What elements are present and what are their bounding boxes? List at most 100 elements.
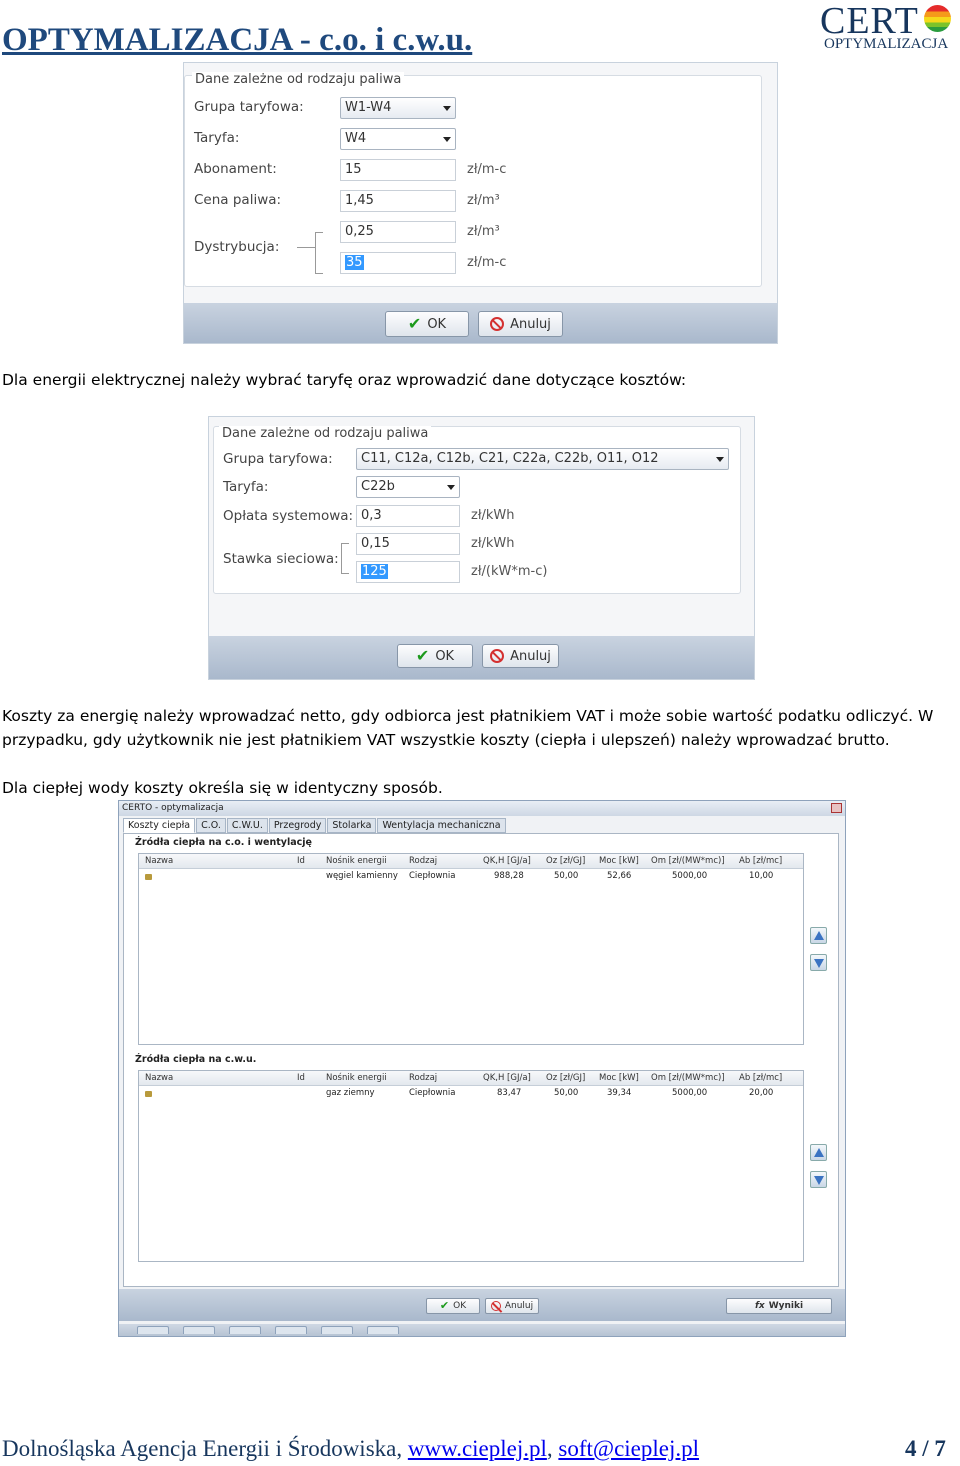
tariff-select[interactable]: W4	[340, 128, 456, 150]
subscription-label: Abonament:	[194, 161, 277, 177]
network-rate-fixed-unit: zł/(kW*m-c)	[471, 564, 548, 579]
tab-partitions[interactable]: Przegrody	[268, 818, 327, 833]
distribution-fixed-unit: zł/m-c	[467, 255, 507, 270]
network-rate-variable-input[interactable]: 0,15	[356, 533, 460, 555]
checkmark-icon: ✔	[439, 1299, 450, 1312]
cancel-icon	[490, 1301, 501, 1311]
ok-button[interactable]: ✔ OK	[385, 311, 469, 337]
col-type: Rodzaj	[409, 856, 438, 866]
checkmark-icon: ✔	[415, 646, 430, 665]
tab-bar: Koszty ciepła C.O. C.W.U. Przegrody Stol…	[123, 818, 506, 833]
cell-type: Ciepłownia	[409, 871, 456, 881]
cancel-button[interactable]: Anuluj	[482, 644, 559, 668]
section-heating-sources-title: Źródła ciepła na c.o. i wentylację	[135, 837, 312, 848]
certo-logo: CERT OPTYMALIZACJA	[818, 2, 956, 52]
subscription-input[interactable]: 15	[340, 159, 456, 181]
cancel-button[interactable]: Anuluj	[478, 311, 563, 337]
cancel-icon	[490, 317, 505, 331]
network-rate-bracket	[341, 543, 349, 574]
taskbar-item[interactable]	[183, 1326, 215, 1334]
move-up-button[interactable]	[810, 1144, 827, 1161]
col-id: Id	[297, 856, 305, 866]
cell-qkh: 988,28	[494, 871, 524, 881]
cancel-button[interactable]: Anuluj	[485, 1298, 539, 1314]
tab-co[interactable]: C.O.	[196, 818, 226, 833]
cell-type: Ciepłownia	[409, 1088, 456, 1098]
tariff-label: Taryfa:	[194, 130, 240, 146]
cell-ab: 10,00	[749, 871, 774, 881]
distribution-variable-unit: zł/m³	[467, 224, 500, 239]
fuel-price-input[interactable]: 1,45	[340, 190, 456, 212]
cell-carrier: gaz ziemny	[326, 1088, 375, 1098]
results-button[interactable]: fx Wyniki	[726, 1298, 832, 1314]
table-row[interactable]: węgiel kamienny Ciepłownia 988,28 50,00 …	[139, 869, 803, 885]
section-hot-water-sources-title: Źródła ciepła na c.w.u.	[135, 1054, 257, 1065]
subscription-unit: zł/m-c	[467, 162, 507, 177]
cell-qkh: 83,47	[497, 1088, 522, 1098]
arrow-down-icon	[814, 1176, 824, 1185]
taskbar-item[interactable]	[137, 1326, 169, 1334]
table-row[interactable]: gaz ziemny Ciepłownia 83,47 50,00 39,34 …	[139, 1086, 803, 1102]
tab-heat-costs[interactable]: Koszty ciepła	[123, 818, 196, 833]
taskbar-item[interactable]	[321, 1326, 353, 1334]
cell-carrier: węgiel kamienny	[326, 871, 398, 881]
distribution-variable-input[interactable]: 0,25	[340, 221, 456, 243]
page-number: 4 / 7	[905, 1436, 946, 1461]
taskbar	[119, 1324, 845, 1336]
close-icon[interactable]	[831, 803, 842, 813]
window-title-bar: CERTO - optymalizacja	[119, 801, 845, 816]
tariff-group-label: Grupa taryfowa:	[223, 451, 333, 467]
ok-button[interactable]: ✔ OK	[426, 1298, 480, 1314]
col-ab: Ab [zł/mc]	[739, 1073, 783, 1083]
move-up-button[interactable]	[810, 927, 827, 944]
tariff-group-label: Grupa taryfowa:	[194, 99, 304, 115]
tab-cwu[interactable]: C.W.U.	[226, 818, 268, 833]
move-down-button[interactable]	[810, 1171, 827, 1188]
cell-om: 5000,00	[672, 1088, 708, 1098]
tariff-select[interactable]: C22b	[356, 476, 460, 498]
col-type: Rodzaj	[409, 1073, 438, 1083]
tab-mechanical-ventilation[interactable]: Wentylacja mechaniczna	[377, 818, 506, 833]
hot-water-note: Dla ciepłej wody koszty określa się w id…	[2, 779, 443, 797]
tariff-group-select[interactable]: W1-W4	[340, 97, 456, 119]
source-icon	[145, 1091, 152, 1097]
col-ab: Ab [zł/mc]	[739, 856, 783, 866]
electricity-instruction: Dla energii elektrycznej należy wybrać t…	[2, 371, 687, 389]
system-fee-unit: zł/kWh	[471, 508, 515, 523]
col-carrier: Nośnik energii	[326, 856, 387, 866]
tariff-label: Taryfa:	[223, 479, 269, 495]
ok-button[interactable]: ✔ OK	[397, 644, 473, 668]
network-rate-fixed-input[interactable]: 125	[356, 561, 460, 583]
bracket-tick	[297, 247, 315, 248]
distribution-label: Dystrybucja:	[194, 239, 280, 255]
energy-ball-icon	[924, 5, 951, 32]
email-link[interactable]: soft@cieplej.pl	[558, 1436, 699, 1461]
window-title: CERTO - optymalizacja	[122, 803, 224, 813]
taskbar-item[interactable]	[367, 1326, 399, 1334]
distribution-fixed-input[interactable]: 35	[340, 252, 456, 274]
vat-note-line-1: Koszty za energię należy wprowadzać nett…	[2, 707, 934, 725]
col-oz: Oz [zł/GJ]	[546, 856, 586, 866]
move-down-button[interactable]	[810, 954, 827, 971]
fieldset-legend: Dane zależne od rodzaju paliwa	[219, 426, 432, 441]
taskbar-item[interactable]	[275, 1326, 307, 1334]
tab-joinery[interactable]: Stolarka	[327, 818, 377, 833]
cell-power: 39,34	[607, 1088, 632, 1098]
taskbar-item[interactable]	[229, 1326, 261, 1334]
system-fee-label: Opłata systemowa:	[223, 508, 354, 524]
website-link[interactable]: www.cieplej.pl	[408, 1436, 547, 1461]
tariff-group-select[interactable]: C11, C12a, C12b, C21, C22a, C22b, O11, O…	[356, 448, 729, 470]
arrow-up-icon	[814, 931, 824, 940]
fuel-cost-dialog: Dane zależne od rodzaju paliwa Grupa tar…	[183, 62, 778, 344]
network-rate-variable-unit: zł/kWh	[471, 536, 515, 551]
heating-sources-table: Nazwa Id Nośnik energii Rodzaj QK,H [GJ/…	[138, 853, 804, 1045]
source-icon	[145, 874, 152, 880]
logo-subtext: OPTYMALIZACJA	[824, 36, 949, 52]
fieldset-legend: Dane zależne od rodzaju paliwa	[192, 72, 405, 87]
footer: Dolnośląska Agencja Energii i Środowiska…	[2, 1436, 699, 1462]
col-power: Moc [kW]	[599, 1073, 639, 1083]
cell-oz: 50,00	[554, 1088, 579, 1098]
chevron-down-icon	[443, 106, 451, 111]
system-fee-input[interactable]: 0,3	[356, 505, 460, 527]
selected-text: 125	[361, 564, 388, 579]
